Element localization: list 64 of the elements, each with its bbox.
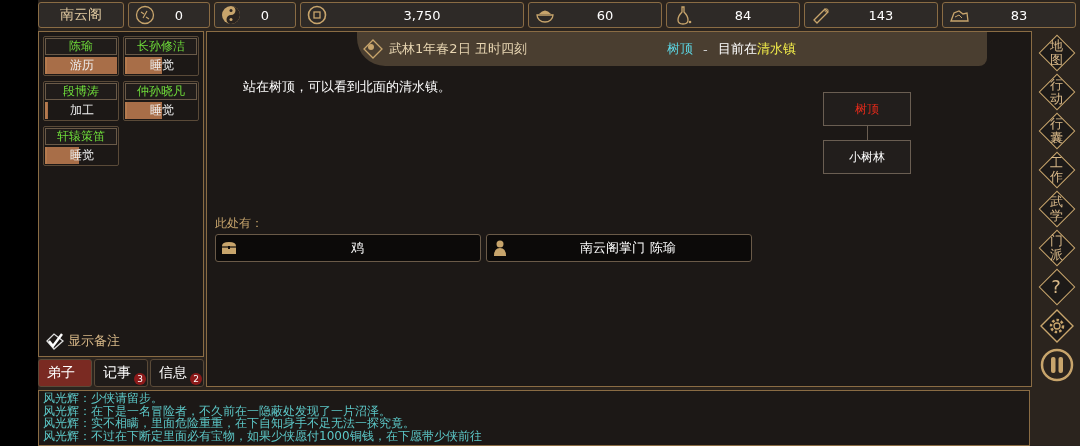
yin-yang-icon: [221, 5, 241, 25]
map-node[interactable]: 小树林: [823, 140, 911, 174]
activity-label: 游历: [69, 57, 95, 74]
entity-button[interactable]: 鸡: [215, 234, 481, 262]
compass-icon: [363, 39, 383, 59]
town-name: 清水镇: [756, 40, 796, 58]
disciple-card[interactable]: 仲孙晓凡 睡觉: [123, 81, 199, 121]
checkbox-icon[interactable]: [45, 332, 65, 350]
message-text: 在下是一名冒险者，不久前在一隐蔽处发现了一片沼泽。: [91, 404, 391, 417]
settings-icon[interactable]: [1039, 308, 1075, 344]
seal-icon: [135, 5, 155, 25]
separator-text: -: [703, 41, 708, 57]
log-icon: [811, 5, 831, 25]
speaker-name: 风光辉：: [43, 429, 91, 442]
tab[interactable]: 信息 2: [150, 359, 204, 387]
description-text: 站在树顶，可以看到北面的清水镇。: [243, 78, 452, 96]
resource-value: 0: [259, 7, 271, 23]
chest-icon: [220, 239, 238, 257]
entity-button[interactable]: 南云阁掌门 陈瑜: [486, 234, 752, 262]
person-icon: [491, 239, 509, 257]
tab[interactable]: 记事 3: [94, 359, 148, 387]
count-badge: 3: [134, 373, 146, 385]
message-text: 少侠请留步。: [91, 392, 163, 405]
location-prefix: 目前在: [717, 40, 757, 58]
tab[interactable]: 弟子: [38, 359, 92, 387]
message-text: 不过在下断定里面必有宝物，如果少侠愿付1000铜钱，在下愿带少侠前往: [91, 429, 482, 442]
resource-value: 84: [733, 7, 753, 23]
map-node[interactable]: 树顶: [823, 92, 911, 126]
speaker-name: 风光辉：: [43, 417, 91, 430]
message-text: 实不相瞒，里面危险重重，在下自知身手不足无法一探究竟。: [91, 417, 415, 430]
disciple-name: 仲孙晓凡: [125, 83, 197, 100]
count-badge: 2: [190, 373, 202, 385]
pause-icon[interactable]: [1039, 347, 1075, 383]
resource-value: 83: [1009, 7, 1029, 23]
disciple-name: 长孙修洁: [125, 38, 197, 55]
disciple-card[interactable]: 长孙修洁 睡觉: [123, 36, 199, 76]
section-label: 此处有：: [215, 216, 263, 230]
disciple-card[interactable]: 陈瑜 游历: [43, 36, 119, 76]
resource-value: 3,750: [402, 7, 442, 23]
menu-button[interactable]: 行囊: [1037, 113, 1077, 149]
resource-value: 60: [595, 7, 615, 23]
checkbox-label[interactable]: 显示备注: [68, 332, 120, 350]
menu-button[interactable]: 行动: [1037, 74, 1077, 110]
activity-label: 睡觉: [149, 57, 175, 74]
menu-button[interactable]: ?: [1037, 269, 1077, 305]
disciple-name: 段博涛: [45, 83, 117, 100]
resource-value: 143: [867, 7, 895, 23]
activity-label: 加工: [69, 102, 95, 119]
connector-line: [866, 126, 868, 140]
date-text: 武林1年春2日 丑时四刻: [389, 40, 528, 58]
speaker-name: 风光辉：: [43, 404, 91, 417]
disciple-card[interactable]: 段博涛 加工: [43, 81, 119, 121]
sect-name: 南云阁: [38, 2, 124, 28]
menu-button[interactable]: 武学: [1037, 191, 1077, 227]
location-name: 树顶: [667, 40, 693, 58]
resource-value: 0: [173, 7, 185, 23]
disciple-name: 陈瑜: [45, 38, 117, 55]
coin-icon: [307, 5, 327, 25]
menu-button[interactable]: 工作: [1037, 152, 1077, 188]
disciple-name: 轩辕策笛: [45, 128, 117, 145]
menu-button[interactable]: 地图: [1037, 35, 1077, 71]
menu-button[interactable]: 门派: [1037, 230, 1077, 266]
activity-label: 睡觉: [149, 102, 175, 119]
speaker-name: 风光辉：: [43, 392, 91, 405]
